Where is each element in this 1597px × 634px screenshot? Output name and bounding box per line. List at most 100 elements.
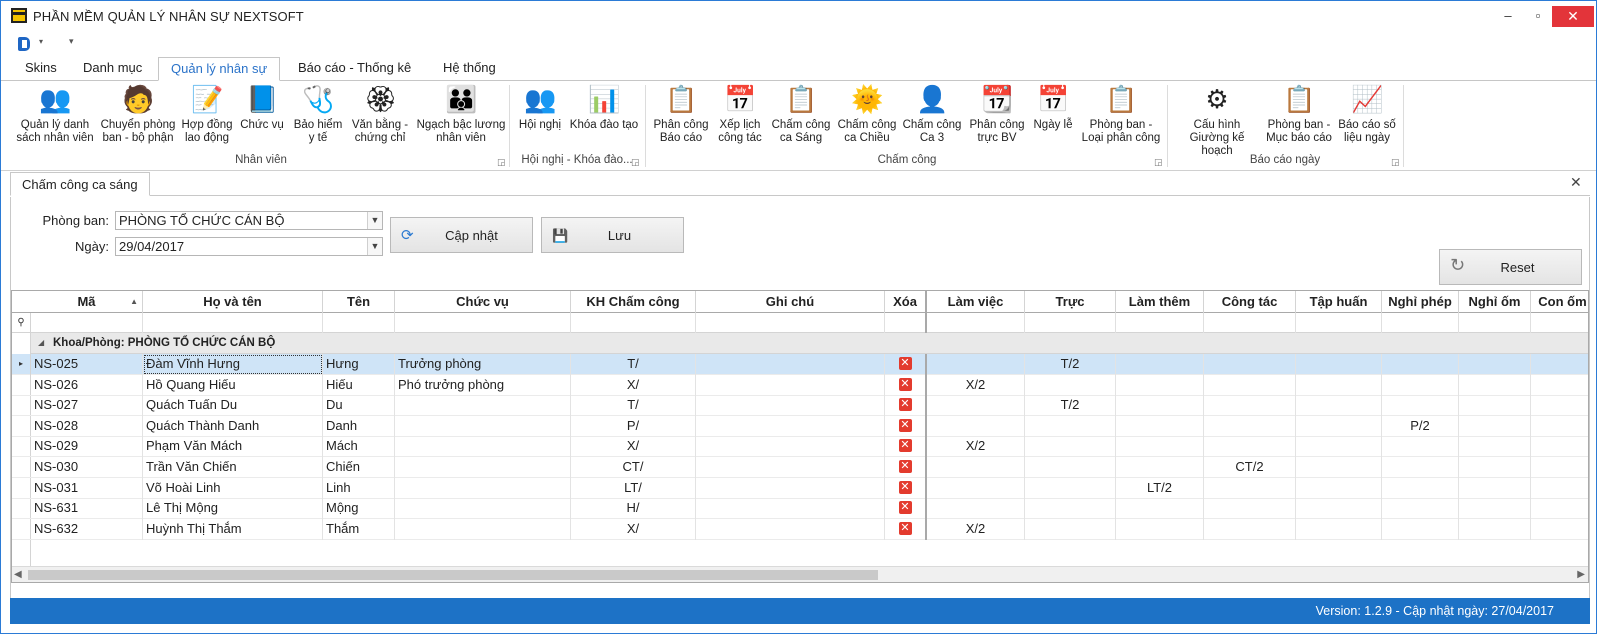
cell-con-om[interactable] bbox=[1531, 478, 1588, 499]
cell-ho-ten[interactable]: Huỳnh Thị Thắm bbox=[143, 518, 323, 540]
cell-nghi-phep[interactable] bbox=[1382, 477, 1459, 499]
group-launcher-icon[interactable]: ◲ bbox=[1391, 157, 1400, 168]
group-launcher-icon[interactable]: ◲ bbox=[497, 157, 506, 168]
delete-icon[interactable]: ✕ bbox=[898, 418, 912, 432]
cell-truc[interactable]: T/2 bbox=[1025, 354, 1116, 375]
chevron-down-icon[interactable]: ▼ bbox=[367, 212, 382, 229]
cell-chuc-vu[interactable]: Trưởng phòng bbox=[395, 354, 571, 375]
cell-ma[interactable]: NS-028 bbox=[31, 415, 143, 437]
ribbon-cham-cong-ca-sang[interactable]: 📋 Chấm công ca Sáng bbox=[769, 83, 833, 145]
cell-ma[interactable]: NS-031 bbox=[31, 477, 143, 499]
cell-chuc-vu[interactable] bbox=[395, 518, 571, 540]
cell-lam-them[interactable] bbox=[1116, 436, 1204, 458]
group-launcher-icon[interactable]: ◲ bbox=[1154, 157, 1163, 168]
table-row[interactable]: NS-026 Hồ Quang Hiếu Hiếu Phó trưởng phòng X… bbox=[12, 374, 1588, 396]
table-row[interactable]: NS-027 Quách Tuấn Du Du T/ ✕ T/2 bbox=[12, 395, 1588, 417]
cell-nghi-om[interactable] bbox=[1459, 415, 1531, 437]
cell-lam-viec[interactable] bbox=[927, 498, 1025, 520]
cell-cong-tac[interactable] bbox=[1204, 477, 1296, 499]
tab-quan-ly-nhan-su[interactable]: Quản lý nhân sự bbox=[158, 57, 281, 81]
cell-nghi-phep[interactable] bbox=[1382, 395, 1459, 417]
cell-xoa[interactable]: ✕ bbox=[885, 354, 927, 375]
cell-xoa[interactable]: ✕ bbox=[885, 436, 927, 458]
ribbon-cham-cong-ca-chieu[interactable]: 🌞 Chấm công ca Chiều bbox=[835, 83, 899, 145]
cell-cong-tac[interactable] bbox=[1204, 415, 1296, 437]
filter-cell-nghi-om[interactable] bbox=[1459, 313, 1531, 333]
cell-lam-viec[interactable] bbox=[927, 354, 1025, 375]
collapse-icon[interactable]: ◢ bbox=[38, 333, 44, 353]
delete-icon[interactable]: ✕ bbox=[898, 521, 912, 535]
filter-cell-xoa[interactable] bbox=[885, 313, 927, 333]
filter-cell-con-om[interactable] bbox=[1531, 313, 1588, 333]
cell-ho-ten[interactable]: Hồ Quang Hiếu bbox=[143, 374, 323, 396]
cell-tap-huan[interactable] bbox=[1296, 354, 1382, 375]
cell-lam-viec[interactable] bbox=[927, 395, 1025, 417]
ribbon-phong-ban-muc-bao-cao[interactable]: 📋 Phòng ban - Mục báo cáo bbox=[1265, 83, 1333, 145]
ribbon-chuyen-phong-ban[interactable]: 🧑 Chuyển phòng ban - bộ phận bbox=[99, 83, 177, 145]
cell-ma[interactable]: NS-632 bbox=[31, 518, 143, 540]
cell-ho-ten[interactable]: Quách Tuấn Du bbox=[143, 395, 323, 417]
cell-truc[interactable] bbox=[1025, 415, 1116, 437]
cell-ghi-chu[interactable] bbox=[696, 395, 885, 417]
cell-ma[interactable]: NS-025 bbox=[31, 354, 143, 375]
cell-ma[interactable]: NS-027 bbox=[31, 395, 143, 417]
cell-con-om[interactable] bbox=[1531, 457, 1588, 478]
reset-button[interactable]: ↻ Reset bbox=[1439, 249, 1582, 285]
filter-cell-ho-ten[interactable] bbox=[143, 313, 323, 333]
cell-xoa[interactable]: ✕ bbox=[885, 518, 927, 540]
cell-nghi-phep[interactable] bbox=[1382, 436, 1459, 458]
cell-truc[interactable]: T/2 bbox=[1025, 395, 1116, 417]
delete-icon[interactable]: ✕ bbox=[898, 480, 912, 494]
cell-ho-ten[interactable]: Võ Hoài Linh bbox=[143, 477, 323, 499]
ribbon-hoi-nghi[interactable]: 👥 Hội nghị bbox=[515, 83, 565, 132]
cell-kh-cham-cong[interactable]: P/ bbox=[571, 415, 696, 437]
tab-skins[interactable]: Skins bbox=[13, 57, 69, 80]
cell-kh-cham-cong[interactable]: H/ bbox=[571, 498, 696, 520]
cell-truc[interactable] bbox=[1025, 477, 1116, 499]
cell-lam-them[interactable] bbox=[1116, 415, 1204, 437]
minimize-button[interactable]: – bbox=[1493, 3, 1523, 29]
cell-nghi-om[interactable] bbox=[1459, 498, 1531, 520]
cell-ten[interactable]: Danh bbox=[323, 415, 395, 437]
col-header-tap-huan[interactable]: Tập huấn bbox=[1296, 291, 1382, 313]
cell-lam-them[interactable] bbox=[1116, 518, 1204, 540]
filter-cell-nghi-phep[interactable] bbox=[1382, 313, 1459, 333]
cell-xoa[interactable]: ✕ bbox=[885, 498, 927, 520]
cell-ma[interactable]: NS-029 bbox=[31, 436, 143, 458]
cell-xoa[interactable]: ✕ bbox=[885, 374, 927, 396]
cell-xoa[interactable]: ✕ bbox=[885, 477, 927, 499]
cell-truc[interactable] bbox=[1025, 457, 1116, 478]
cell-cong-tac[interactable] bbox=[1204, 374, 1296, 396]
cell-tap-huan[interactable] bbox=[1296, 374, 1382, 396]
ribbon-ngay-le[interactable]: 📅 Ngày lễ bbox=[1031, 83, 1075, 132]
ribbon-xep-lich-cong-tac[interactable]: 📅 Xếp lịch công tác bbox=[715, 83, 765, 145]
filter-cell-lam-them[interactable] bbox=[1116, 313, 1204, 333]
cell-ho-ten[interactable]: Phạm Văn Mách bbox=[143, 436, 323, 458]
cell-ghi-chu[interactable] bbox=[696, 457, 885, 478]
maximize-button[interactable]: ▫ bbox=[1523, 3, 1553, 29]
cell-ghi-chu[interactable] bbox=[696, 518, 885, 540]
ribbon-khoa-dao-tao[interactable]: 📊 Khóa đào tạo bbox=[569, 83, 639, 132]
cell-ghi-chu[interactable] bbox=[696, 436, 885, 458]
chevron-down-icon[interactable]: ▼ bbox=[367, 238, 382, 255]
cell-lam-them[interactable] bbox=[1116, 498, 1204, 520]
col-header-lam-viec[interactable]: Làm việc bbox=[927, 291, 1025, 313]
delete-icon[interactable]: ✕ bbox=[898, 460, 912, 474]
cell-ma[interactable]: NS-631 bbox=[31, 498, 143, 520]
cell-lam-viec[interactable] bbox=[927, 415, 1025, 437]
delete-icon[interactable]: ✕ bbox=[898, 398, 912, 412]
ribbon-phan-cong-truc-bv[interactable]: 📆 Phân công trực BV bbox=[967, 83, 1027, 145]
col-header-truc[interactable]: Trực bbox=[1025, 291, 1116, 313]
cell-con-om[interactable] bbox=[1531, 354, 1588, 375]
cell-lam-viec[interactable] bbox=[927, 457, 1025, 478]
col-header-nghi-om[interactable]: Nghỉ ốm bbox=[1459, 291, 1531, 313]
filter-cell-cong-tac[interactable] bbox=[1204, 313, 1296, 333]
cell-nghi-om[interactable] bbox=[1459, 395, 1531, 417]
cell-ghi-chu[interactable] bbox=[696, 354, 885, 375]
close-window-button[interactable]: ✕ bbox=[1552, 6, 1594, 27]
save-button[interactable]: 💾 Lưu bbox=[541, 217, 684, 253]
table-row[interactable]: NS-031 Võ Hoài Linh Linh LT/ ✕ LT/2 bbox=[12, 477, 1588, 499]
cell-nghi-phep[interactable] bbox=[1382, 498, 1459, 520]
cell-kh-cham-cong[interactable]: LT/ bbox=[571, 477, 696, 499]
cell-truc[interactable] bbox=[1025, 436, 1116, 458]
